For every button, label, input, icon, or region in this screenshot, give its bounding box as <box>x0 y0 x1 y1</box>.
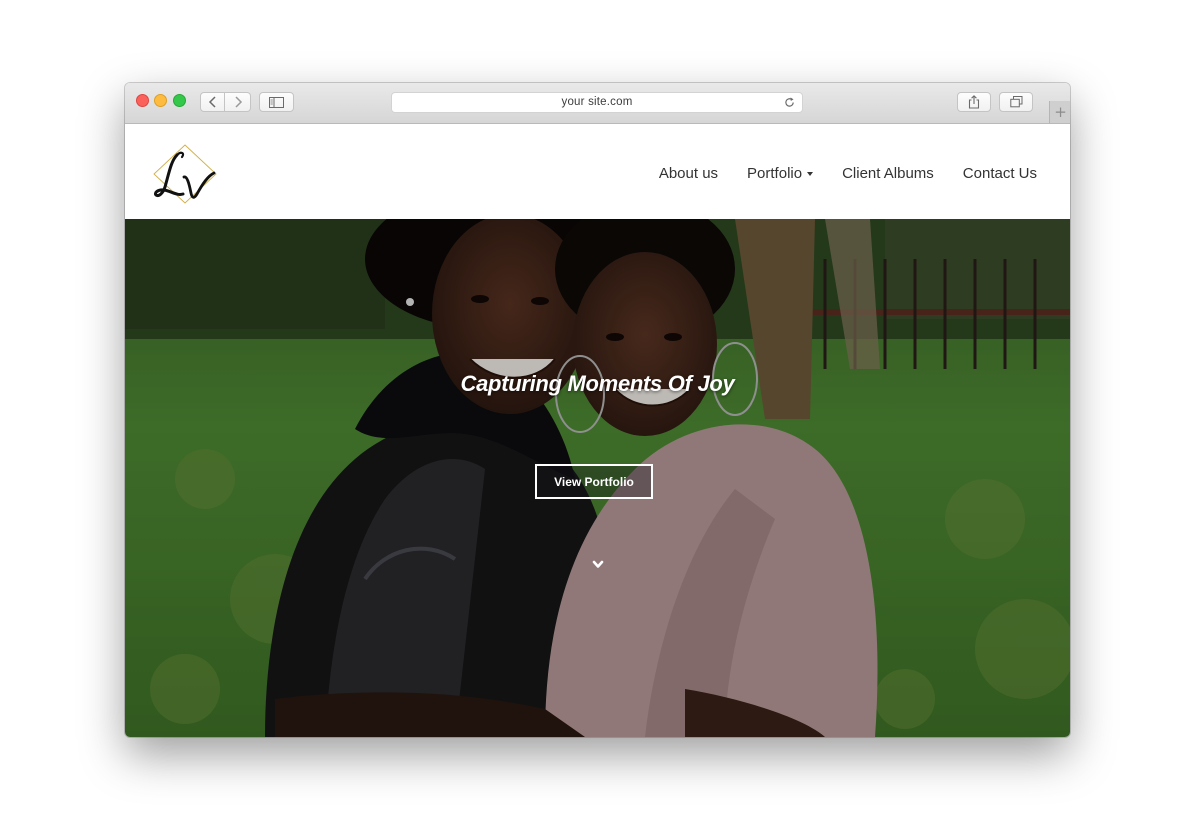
sidebar-icon <box>269 96 284 108</box>
share-icon <box>968 95 980 109</box>
view-portfolio-button[interactable]: View Portfolio <box>535 464 653 499</box>
chevron-down-icon[interactable] <box>591 559 605 571</box>
sidebar-toggle-button[interactable] <box>259 92 294 112</box>
nav-about[interactable]: About us <box>659 165 718 182</box>
reload-icon[interactable] <box>784 97 795 108</box>
plus-icon: + <box>1054 103 1067 121</box>
tabs-overview-button[interactable] <box>999 92 1033 112</box>
share-button[interactable] <box>957 92 991 112</box>
back-button[interactable] <box>200 92 225 112</box>
nav-portfolio[interactable]: Portfolio <box>747 165 814 182</box>
nav-contact[interactable]: Contact Us <box>963 165 1037 182</box>
page-background: your site.com + About us Portfolio Clien… <box>0 0 1198 828</box>
nav-about-label: About us <box>658 165 719 182</box>
forward-button[interactable] <box>225 92 251 112</box>
main-nav: About us Portfolio Client Albums Contact… <box>659 165 1037 182</box>
hero-title: Capturing Moments Of Joy <box>460 371 735 396</box>
new-tab-button[interactable]: + <box>1049 101 1070 123</box>
nav-contact-label: Contact Us <box>962 165 1037 182</box>
chevron-left-icon <box>208 96 216 108</box>
nav-client-albums-label: Client Albums <box>842 165 934 182</box>
tabs-overview-icon <box>1009 96 1022 108</box>
site-header: About us Portfolio Client Albums Contact… <box>125 124 1070 219</box>
browser-window: your site.com + About us Portfolio Clien… <box>125 83 1070 737</box>
zoom-window-button[interactable] <box>173 94 186 107</box>
nav-portfolio-label: Portfolio <box>747 165 803 182</box>
logo[interactable] <box>151 143 219 207</box>
close-window-button[interactable] <box>136 94 149 107</box>
address-text: your site.com <box>561 96 633 108</box>
caret-down-icon <box>807 171 814 176</box>
browser-toolbar: your site.com + <box>125 83 1070 124</box>
address-bar[interactable]: your site.com <box>391 92 803 113</box>
nav-client-albums[interactable]: Client Albums <box>842 165 934 182</box>
chevron-right-icon <box>234 96 242 108</box>
view-portfolio-label: View Portfolio <box>554 474 634 489</box>
hero-section: Capturing Moments Of Joy View Portfolio <box>125 219 1070 737</box>
minimize-window-button[interactable] <box>154 94 167 107</box>
